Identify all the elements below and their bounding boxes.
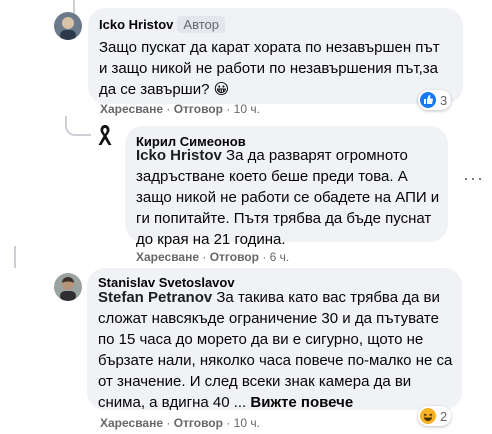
reply-button[interactable]: Отговор xyxy=(174,416,223,430)
mention-link[interactable]: Icko Hristov xyxy=(136,147,222,164)
thread-line-left xyxy=(14,246,16,268)
separator: · xyxy=(226,102,231,116)
reaction-count: 3 xyxy=(440,92,448,108)
comment-bubble-1: Icko Hristov Автор Защо пускат да карат … xyxy=(88,8,463,104)
avatar-icko[interactable] xyxy=(54,12,82,40)
mourning-ribbon-icon xyxy=(98,125,112,145)
comment-author[interactable]: Icko Hristov xyxy=(99,17,173,32)
comment-text: Stefan Petranov За такива като вас трябв… xyxy=(98,287,454,413)
mention-link[interactable]: Stefan Petranov xyxy=(98,289,212,306)
reaction-summary-1[interactable]: 3 xyxy=(418,90,452,110)
haha-reaction-icon xyxy=(420,408,436,424)
reaction-count: 2 xyxy=(440,408,448,424)
timestamp[interactable]: 10 ч. xyxy=(234,102,260,116)
comment-bubble-3: Stanislav Svetoslavov Stefan Petranov За… xyxy=(87,268,462,413)
author-badge: Автор xyxy=(177,16,225,33)
more-options-icon[interactable]: ··· xyxy=(463,168,484,189)
thread-line-reply xyxy=(65,116,91,136)
comment-text-body: За такива като вас трябва да ви сложат н… xyxy=(98,289,453,411)
separator: · xyxy=(262,250,267,264)
grinning-emoji-icon: 😀 xyxy=(213,81,230,98)
comment-actions-1: Харесване · Отговор · 10 ч. xyxy=(100,102,260,116)
comment-text: Icko Hristov За да разварят огромното за… xyxy=(136,145,441,250)
comment-header-1: Icko Hristov Автор xyxy=(99,16,225,33)
like-button[interactable]: Харесване xyxy=(136,250,199,264)
separator: · xyxy=(226,416,231,430)
separator: · xyxy=(202,250,207,264)
comment-text-body: Защо пускат да карат хората по незавърше… xyxy=(99,39,440,98)
avatar-stanislav[interactable] xyxy=(54,273,82,301)
separator: · xyxy=(166,416,171,430)
like-button[interactable]: Харесване xyxy=(100,416,163,430)
timestamp[interactable]: 10 ч. xyxy=(234,416,260,430)
like-reaction-icon xyxy=(420,92,436,108)
comment-actions-2: Харесване · Отговор · 6 ч. xyxy=(136,250,289,264)
person-photo-icon xyxy=(54,273,82,301)
reaction-summary-3[interactable]: 2 xyxy=(418,406,452,426)
reply-button[interactable]: Отговор xyxy=(174,102,223,116)
comment-text: Защо пускат да карат хората по незавърше… xyxy=(99,37,449,100)
like-button[interactable]: Харесване xyxy=(100,102,163,116)
comment-bubble-2: Кирил Симеонов Icko Hristov За да развар… xyxy=(125,126,448,248)
see-more-link[interactable]: Вижте повече xyxy=(250,394,353,411)
separator: · xyxy=(166,102,171,116)
avatar-kiril[interactable] xyxy=(92,122,118,148)
person-photo-icon xyxy=(54,12,82,40)
comment-actions-3: Харесване · Отговор · 10 ч. xyxy=(100,416,260,430)
reply-button[interactable]: Отговор xyxy=(210,250,259,264)
timestamp[interactable]: 6 ч. xyxy=(270,250,290,264)
